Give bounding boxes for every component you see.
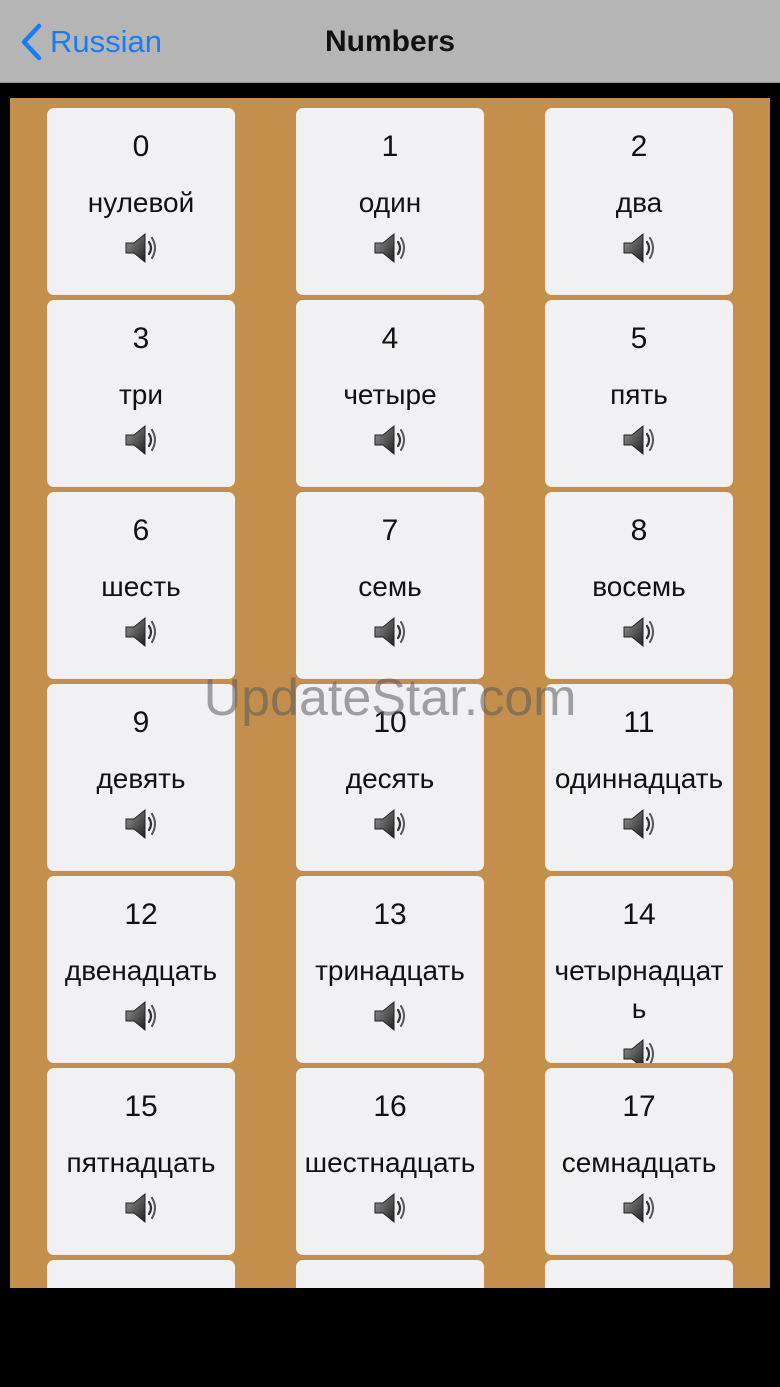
number-card-20[interactable] [545,1260,733,1288]
speaker-icon[interactable] [372,998,408,1034]
card-number: 9 [132,706,150,739]
number-card-15[interactable]: 15 пятнадцать [47,1068,235,1255]
speaker-icon[interactable] [123,998,159,1034]
speaker-icon[interactable] [372,230,408,266]
number-card-grid: 0 нулевой 1 один 2 два 3 три 4 четыре 5 … [47,108,733,1288]
card-word: один [358,187,422,218]
speaker-icon[interactable] [123,230,159,266]
number-card-6[interactable]: 6 шесть [47,492,235,679]
speaker-icon[interactable] [372,422,408,458]
speaker-icon[interactable] [372,614,408,650]
number-card-1[interactable]: 1 один [296,108,484,295]
card-word: нулевой [87,187,195,218]
speaker-icon[interactable] [123,1190,159,1226]
number-card-11[interactable]: 11 одиннадцать [545,684,733,871]
card-word: семь [358,571,422,602]
card-word: пятнадцать [66,1147,216,1178]
card-number: 2 [630,130,648,163]
card-number: 6 [132,514,150,547]
speaker-icon[interactable] [123,422,159,458]
card-word: восемь [592,571,686,602]
number-card-10[interactable]: 10 десять [296,684,484,871]
card-number: 11 [623,706,655,739]
card-word: тринадцать [315,955,465,986]
card-number: 3 [132,322,150,355]
number-card-9[interactable]: 9 девять [47,684,235,871]
card-number: 16 [373,1090,407,1123]
speaker-icon[interactable] [621,806,657,842]
number-card-13[interactable]: 13 тринадцать [296,876,484,1063]
card-number: 5 [630,322,648,355]
card-number: 1 [381,130,399,163]
card-word: девять [96,763,186,794]
number-card-3[interactable]: 3 три [47,300,235,487]
card-number: 17 [622,1090,656,1123]
speaker-icon[interactable] [621,422,657,458]
number-card-14[interactable]: 14 четырнадцать [545,876,733,1063]
numbers-board: 0 нулевой 1 один 2 два 3 три 4 четыре 5 … [10,98,770,1288]
speaker-icon[interactable] [621,614,657,650]
card-word: шесть [101,571,181,602]
speaker-icon[interactable] [372,806,408,842]
page-title: Numbers [324,25,456,58]
number-card-17[interactable]: 17 семнадцать [545,1068,733,1255]
card-number: 10 [373,706,407,739]
card-number: 0 [132,130,150,163]
card-word: шестнадцать [304,1147,476,1178]
speaker-icon[interactable] [123,614,159,650]
number-card-0[interactable]: 0 нулевой [47,108,235,295]
card-number: 14 [622,898,656,931]
card-word: десять [345,763,435,794]
number-card-19[interactable] [296,1260,484,1288]
card-word: одиннадцать [554,763,724,794]
number-card-18[interactable] [47,1260,235,1288]
bottom-bar [0,1288,780,1387]
card-word: два [615,187,663,218]
card-word: пять [610,379,668,410]
number-card-7[interactable]: 7 семь [296,492,484,679]
number-card-4[interactable]: 4 четыре [296,300,484,487]
number-card-5[interactable]: 5 пять [545,300,733,487]
speaker-icon[interactable] [123,806,159,842]
card-word: семнадцать [561,1147,717,1178]
number-card-16[interactable]: 16 шестнадцать [296,1068,484,1255]
number-card-2[interactable]: 2 два [545,108,733,295]
card-number: 13 [373,898,407,931]
speaker-icon[interactable] [372,1190,408,1226]
number-card-8[interactable]: 8 восемь [545,492,733,679]
card-number: 12 [124,898,158,931]
card-number: 7 [381,514,399,547]
card-word: три [118,379,164,410]
card-word: четырнадцать [554,955,724,1024]
card-number: 8 [630,514,648,547]
card-word: двенадцать [64,955,218,986]
speaker-icon[interactable] [621,230,657,266]
number-card-12[interactable]: 12 двенадцать [47,876,235,1063]
navigation-bar: Russian Numbers [0,0,780,83]
card-number: 15 [124,1090,158,1123]
speaker-icon[interactable] [621,1036,657,1063]
card-word: четыре [343,379,437,410]
card-number: 4 [381,322,399,355]
speaker-icon[interactable] [621,1190,657,1226]
